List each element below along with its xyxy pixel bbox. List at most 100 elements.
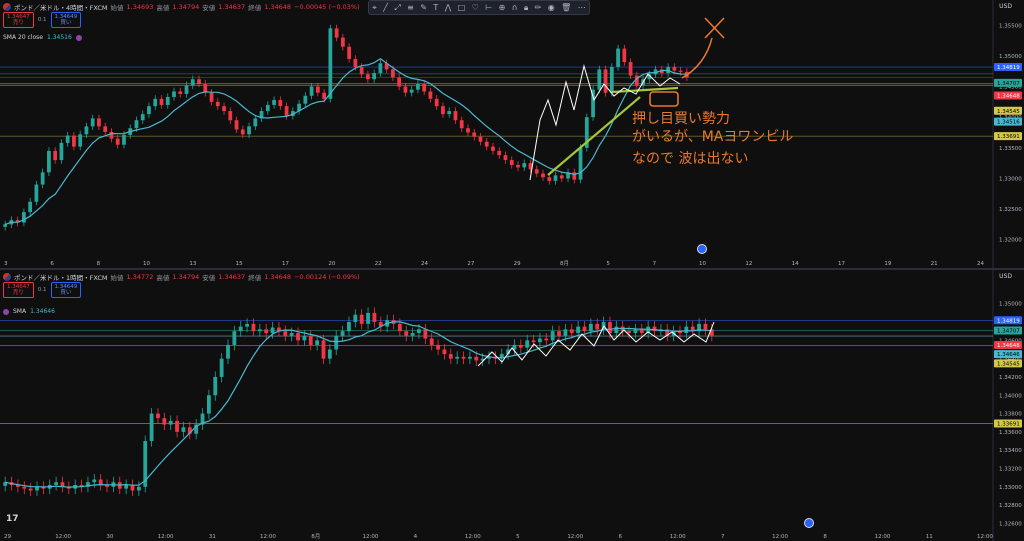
highlight-box-drawing bbox=[649, 91, 679, 107]
text-icon[interactable]: T bbox=[433, 3, 438, 12]
trend-icon[interactable]: ⤢ bbox=[394, 3, 400, 12]
candle-body bbox=[309, 86, 314, 96]
news-event-icon[interactable] bbox=[804, 518, 814, 528]
candle-body bbox=[340, 37, 345, 47]
sma-legend-1h[interactable]: SMA 1.34646 bbox=[3, 308, 55, 315]
candle-body bbox=[165, 96, 170, 105]
candle-body bbox=[423, 329, 428, 339]
candle-body bbox=[328, 28, 333, 99]
candle-body bbox=[572, 172, 577, 180]
candle-body bbox=[597, 69, 602, 90]
news-event-icon[interactable] bbox=[697, 244, 707, 254]
candle-body bbox=[162, 418, 167, 425]
candle-body bbox=[497, 150, 502, 156]
magnet-icon[interactable]: ∩ bbox=[512, 3, 518, 12]
cursor-icon[interactable]: ⌖ bbox=[372, 3, 377, 12]
candle-body bbox=[159, 98, 164, 105]
eye-icon[interactable]: ◉ bbox=[548, 3, 555, 12]
candle-body bbox=[340, 331, 345, 336]
candle-body bbox=[633, 329, 638, 334]
candle-body bbox=[190, 79, 195, 86]
y-tick-label: 1.33000 bbox=[999, 176, 1022, 182]
candle-body bbox=[175, 420, 179, 432]
annotation-line2: がいるが、MAヨワンビル bbox=[632, 129, 794, 145]
brush-icon[interactable]: ✎ bbox=[420, 3, 427, 12]
price-label-text: 1.34545 bbox=[997, 361, 1020, 367]
candle-body bbox=[22, 486, 27, 489]
annotation-line1: 押し目買い勢力 bbox=[632, 111, 730, 127]
sell-button[interactable]: 1.34647 売り bbox=[3, 12, 34, 28]
candle-body bbox=[684, 326, 689, 334]
pattern-icon[interactable]: ⋀ bbox=[445, 3, 452, 12]
candle-body bbox=[54, 482, 59, 485]
change-value: −0.00045 (−0.03%) bbox=[294, 3, 360, 11]
zoom-icon[interactable]: ⊕ bbox=[499, 3, 506, 12]
candle-body bbox=[538, 338, 542, 343]
sma-legend-4h[interactable]: SMA 20 close 1.34516 bbox=[3, 34, 82, 41]
x-tick-label: 15 bbox=[236, 261, 243, 267]
y-tick-label: 1.35000 bbox=[999, 54, 1022, 60]
candle-body bbox=[278, 100, 283, 107]
y-tick-label: 1.35000 bbox=[999, 302, 1022, 308]
chart-canvas-1h[interactable]: 1.350001.348001.346001.344001.342001.340… bbox=[0, 270, 1024, 541]
fib-icon[interactable]: ≡ bbox=[407, 3, 414, 12]
candle-body bbox=[213, 376, 218, 396]
candle-body bbox=[321, 340, 326, 359]
price-label-text: 1.34648 bbox=[997, 93, 1020, 99]
pencil-icon[interactable]: ✏︎ bbox=[535, 3, 542, 12]
x-tick-label: 31 bbox=[209, 534, 216, 540]
y-tick-label: 1.33500 bbox=[999, 146, 1022, 152]
candle-body bbox=[264, 329, 269, 334]
ruler-icon[interactable]: ⊢ bbox=[485, 3, 492, 12]
buy-button[interactable]: 1.34649 買い bbox=[50, 12, 82, 28]
x-tick-label: 12:00 bbox=[670, 534, 686, 540]
candle-body bbox=[372, 73, 377, 80]
currency-label: USD bbox=[999, 3, 1012, 10]
indicator-settings-icon[interactable] bbox=[3, 308, 9, 315]
chart-canvas-4h[interactable]: 1.355001.350001.345001.340001.335001.330… bbox=[0, 0, 1024, 268]
line-icon[interactable]: ╱ bbox=[383, 3, 388, 12]
price-label-text: 1.34707 bbox=[997, 81, 1020, 87]
tradingview-logo[interactable]: 17 bbox=[6, 514, 19, 524]
candle-body bbox=[72, 135, 76, 147]
candle-body bbox=[149, 413, 154, 442]
candle-body bbox=[296, 333, 300, 341]
candle-body bbox=[109, 131, 114, 139]
candle-body bbox=[576, 326, 581, 334]
chart-pane-1h[interactable]: 1.350001.348001.346001.344001.342001.340… bbox=[0, 270, 1024, 541]
candle-body bbox=[140, 114, 145, 121]
candle-body bbox=[283, 331, 288, 336]
candle-body bbox=[22, 212, 26, 223]
x-tick-label: 27 bbox=[467, 261, 474, 267]
candle-body bbox=[34, 184, 39, 202]
chart-pane-4h[interactable]: 1.355001.350001.345001.340001.335001.330… bbox=[0, 0, 1024, 268]
x-tick-label: 29 bbox=[4, 534, 11, 540]
candle-body bbox=[448, 354, 453, 359]
candle-body bbox=[703, 323, 708, 330]
spread-value: 0.1 bbox=[37, 17, 47, 23]
x-tick-label: 8月 bbox=[560, 260, 569, 267]
candle-body bbox=[404, 331, 409, 336]
symbol-title[interactable]: ポンド／米ドル・1時間・FXCM bbox=[14, 272, 108, 282]
candle-body bbox=[441, 106, 445, 115]
sell-button[interactable]: 1.34647 売り bbox=[3, 282, 34, 298]
candle-body bbox=[442, 349, 447, 355]
candle-body bbox=[315, 340, 320, 345]
symbol-title[interactable]: ポンド／米ドル・4時間・FXCM bbox=[14, 2, 108, 12]
candle-body bbox=[228, 111, 233, 121]
heart-icon[interactable]: ♡ bbox=[472, 3, 479, 12]
candle-body bbox=[334, 335, 339, 350]
candle-body bbox=[78, 134, 83, 147]
candle-body bbox=[303, 95, 308, 104]
indicator-settings-icon[interactable] bbox=[75, 34, 82, 41]
trash-icon[interactable]: 🗑︎ bbox=[561, 3, 571, 12]
lock-icon[interactable]: 🔒︎ bbox=[524, 3, 528, 12]
buy-button[interactable]: 1.34649 買い bbox=[50, 282, 82, 298]
x-tick-label: 12:00 bbox=[260, 534, 276, 540]
y-tick-label: 1.32500 bbox=[999, 207, 1022, 213]
candle-body bbox=[90, 118, 95, 127]
candle-body bbox=[516, 164, 520, 168]
y-tick-label: 1.35500 bbox=[999, 23, 1022, 29]
rect-icon[interactable]: □ bbox=[458, 3, 466, 12]
more-icon[interactable]: ⋯ bbox=[578, 3, 586, 12]
